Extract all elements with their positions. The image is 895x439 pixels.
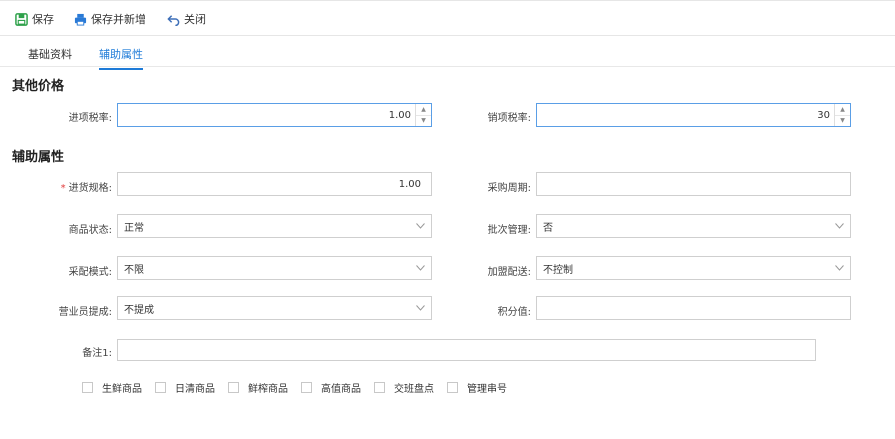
remark-label: 备注1: bbox=[82, 348, 112, 359]
batch-mgmt-label: 批次管理: bbox=[487, 225, 531, 236]
checkbox-box[interactable] bbox=[82, 382, 93, 393]
checkbox-box[interactable] bbox=[301, 382, 312, 393]
product-status-label: 商品状态: bbox=[68, 225, 112, 236]
output-tax-value: 30 bbox=[817, 109, 830, 121]
franchise-delivery-value: 不控制 bbox=[543, 264, 573, 276]
purchase-cycle-label: 采购周期: bbox=[487, 183, 531, 194]
save-button[interactable]: 保存 bbox=[15, 11, 54, 27]
checkbox-fresh-squeezed[interactable]: 鲜榨商品 bbox=[228, 380, 288, 395]
chevron-down-icon bbox=[828, 265, 850, 271]
points-field[interactable] bbox=[536, 296, 851, 320]
input-tax-value: 1.00 bbox=[388, 109, 411, 121]
purchase-spec-label: * 进货规格: bbox=[60, 183, 112, 194]
sales-commission-select[interactable]: 不提成 bbox=[117, 296, 432, 320]
purchase-spec-field[interactable]: 1.00 bbox=[117, 172, 432, 196]
franchise-delivery-label: 加盟配送: bbox=[487, 267, 531, 278]
checkbox-box[interactable] bbox=[447, 382, 458, 393]
checkbox-serial-number[interactable]: 管理串号 bbox=[447, 380, 507, 395]
close-label: 关闭 bbox=[184, 13, 206, 26]
tab-auxiliary-attributes[interactable]: 辅助属性 bbox=[99, 46, 143, 70]
product-flags: 生鲜商品 日清商品 鲜榨商品 高值商品 交班盘点 管理串号 bbox=[82, 380, 520, 395]
save-icon bbox=[15, 12, 28, 26]
checkbox-box[interactable] bbox=[228, 382, 239, 393]
close-button[interactable]: 关闭 bbox=[167, 11, 206, 27]
section-title-auxiliary: 辅助属性 bbox=[12, 150, 65, 165]
batch-mgmt-select[interactable]: 否 bbox=[536, 214, 851, 238]
chevron-down-icon[interactable]: ▼ bbox=[835, 116, 850, 127]
remark-field[interactable] bbox=[117, 339, 816, 361]
tab-basic-info[interactable]: 基础资料 bbox=[28, 46, 72, 68]
checkbox-shift-count[interactable]: 交班盘点 bbox=[374, 380, 434, 395]
chevron-down-icon bbox=[828, 223, 850, 229]
checkbox-daily-clear[interactable]: 日清商品 bbox=[155, 380, 215, 395]
product-status-select[interactable]: 正常 bbox=[117, 214, 432, 238]
save-and-new-button[interactable]: 保存并新增 bbox=[74, 11, 146, 27]
batch-mgmt-value: 否 bbox=[543, 222, 553, 234]
distribution-mode-label: 采配模式: bbox=[68, 267, 112, 278]
chevron-up-icon[interactable]: ▲ bbox=[835, 104, 850, 116]
toolbar: 保存 保存并新增 关闭 bbox=[0, 0, 895, 36]
section-title-other-price: 其他价格 bbox=[12, 79, 65, 94]
product-status-value: 正常 bbox=[124, 222, 144, 234]
points-label: 积分值: bbox=[497, 307, 531, 318]
output-tax-label: 销项税率: bbox=[487, 113, 531, 124]
undo-arrow-icon bbox=[167, 14, 180, 26]
purchase-spec-value: 1.00 bbox=[398, 178, 421, 190]
checkbox-high-value[interactable]: 高值商品 bbox=[301, 380, 361, 395]
save-and-new-label: 保存并新增 bbox=[91, 13, 146, 26]
save-label: 保存 bbox=[32, 13, 54, 26]
output-tax-field[interactable]: 30 ▲ ▼ bbox=[536, 103, 851, 127]
checkbox-fresh[interactable]: 生鲜商品 bbox=[82, 380, 142, 395]
distribution-mode-value: 不限 bbox=[124, 264, 144, 276]
purchase-cycle-field[interactable] bbox=[536, 172, 851, 196]
tab-bar: 基础资料 辅助属性 bbox=[0, 37, 895, 70]
checkbox-box[interactable] bbox=[374, 382, 385, 393]
franchise-delivery-select[interactable]: 不控制 bbox=[536, 256, 851, 280]
sales-commission-value: 不提成 bbox=[124, 304, 154, 316]
required-marker: * bbox=[60, 183, 66, 194]
output-tax-stepper[interactable]: ▲ ▼ bbox=[834, 104, 850, 126]
input-tax-label: 进项税率: bbox=[68, 113, 112, 124]
sales-commission-label: 营业员提成: bbox=[58, 307, 112, 318]
printer-icon bbox=[74, 13, 87, 26]
distribution-mode-select[interactable]: 不限 bbox=[117, 256, 432, 280]
input-tax-field[interactable]: 1.00 ▲ ▼ bbox=[117, 103, 432, 127]
checkbox-box[interactable] bbox=[155, 382, 166, 393]
